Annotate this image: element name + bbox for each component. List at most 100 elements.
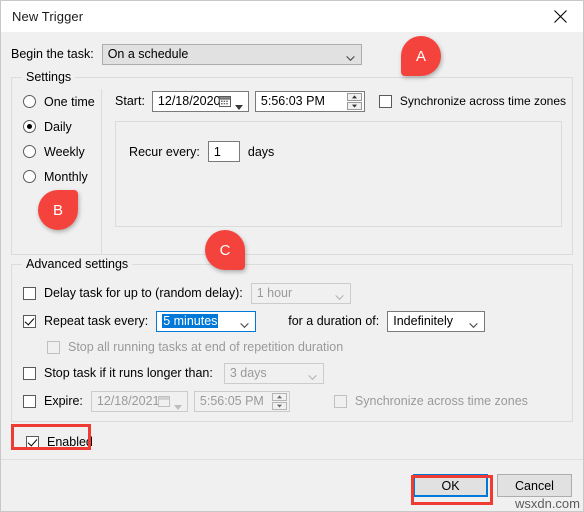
callout-marker-b: B	[38, 190, 78, 230]
radio-label: Daily	[44, 119, 72, 134]
enabled-label: Enabled	[47, 435, 93, 449]
repeat-task-label: Repeat task every:	[44, 314, 149, 328]
close-icon[interactable]	[537, 1, 583, 32]
ok-button-label: OK	[441, 478, 460, 493]
ok-button[interactable]: OK	[413, 474, 488, 497]
radio-indicator	[23, 170, 36, 183]
schedule-detail-panel: Start: 12/18/2020 5:56:03 PM Synchronize…	[101, 89, 572, 254]
chevron-down-icon	[345, 52, 355, 66]
checkbox-indicator	[26, 435, 39, 449]
expire-time-input[interactable]: 5:56:05 PM	[193, 390, 290, 412]
chevron-down-icon[interactable]	[234, 99, 243, 113]
time-spinner[interactable]	[271, 392, 287, 410]
duration-label: for a duration of:	[288, 314, 380, 328]
sync-timezones-checkbox[interactable]: Synchronize across time zones	[378, 94, 566, 108]
radio-label: Monthly	[44, 169, 88, 184]
expire-label: Expire:	[44, 394, 83, 408]
expire-checkbox[interactable]: Expire:	[23, 394, 83, 408]
begin-task-select[interactable]: On a schedule	[101, 43, 362, 66]
repeat-interval-value: 5 minutes	[162, 314, 219, 328]
stop-longer-row: Stop task if it runs longer than: 3 days	[23, 359, 572, 387]
radio-indicator	[23, 120, 36, 133]
start-time-value: 5:56:03 PM	[260, 94, 325, 108]
checkbox-indicator	[23, 394, 36, 408]
recur-every-row: Recur every: 1 days	[129, 141, 561, 162]
repeat-task-row: Repeat task every: 5 minutes for a durat…	[23, 307, 572, 335]
settings-group-label: Settings	[22, 70, 76, 84]
expire-sync-label: Synchronize across time zones	[354, 394, 528, 408]
stop-longer-checkbox[interactable]: Stop task if it runs longer than:	[23, 366, 213, 380]
time-spinner[interactable]	[346, 92, 362, 110]
stop-all-tasks-checkbox: Stop all running tasks at end of repetit…	[47, 340, 343, 354]
callout-marker-a: A	[401, 36, 441, 76]
settings-group: Settings One time Daily Weekly Monthly S…	[11, 70, 573, 255]
checkbox-indicator	[23, 366, 36, 380]
radio-indicator	[23, 145, 36, 158]
start-row: Start: 12/18/2020 5:56:03 PM Synchronize…	[115, 89, 566, 113]
calendar-icon	[157, 395, 170, 410]
expire-date-value: 12/18/2021	[96, 394, 160, 408]
watermark: wsxdn.com	[514, 496, 580, 511]
delay-task-label: Delay task for up to (random delay):	[44, 286, 243, 300]
radio-daily[interactable]: Daily	[23, 114, 101, 139]
enabled-checkbox[interactable]: Enabled	[22, 432, 99, 452]
stop-longer-value: 3 days	[229, 366, 267, 380]
new-trigger-dialog: New Trigger Begin the task: On a schedul…	[0, 0, 584, 512]
calendar-icon[interactable]	[218, 95, 231, 110]
callout-letter: C	[219, 241, 231, 259]
checkbox-indicator	[378, 94, 392, 108]
title-bar: New Trigger	[1, 1, 583, 32]
expire-row: Expire: 12/18/2021 5:56:05 PM Synchroniz…	[23, 387, 572, 415]
start-date-input[interactable]: 12/18/2020	[151, 90, 249, 113]
radio-label: One time	[44, 94, 95, 109]
cancel-button[interactable]: Cancel	[497, 474, 572, 497]
start-time-input[interactable]: 5:56:03 PM	[254, 90, 365, 112]
recur-every-unit: days	[247, 144, 275, 159]
recur-every-label: Recur every:	[129, 144, 200, 159]
checkbox-indicator	[47, 340, 60, 354]
chevron-down-icon	[469, 319, 479, 333]
cancel-button-label: Cancel	[515, 478, 554, 493]
radio-weekly[interactable]: Weekly	[23, 139, 101, 164]
dialog-footer: OK Cancel	[1, 459, 583, 511]
stop-longer-label: Stop task if it runs longer than:	[44, 366, 213, 380]
chevron-down-icon	[334, 291, 344, 305]
expire-sync-checkbox: Synchronize across time zones	[333, 394, 528, 408]
checkbox-indicator	[23, 286, 36, 300]
begin-task-label: Begin the task:	[11, 47, 94, 61]
duration-value: Indefinitely	[393, 314, 454, 328]
page-title: New Trigger	[12, 9, 84, 24]
callout-letter: A	[415, 47, 426, 65]
delay-task-value: 1 hour	[256, 286, 293, 300]
expire-time-value: 5:56:05 PM	[199, 394, 264, 408]
expire-date-input[interactable]: 12/18/2021	[90, 390, 188, 413]
repeat-interval-select[interactable]: 5 minutes	[156, 310, 257, 333]
chevron-down-icon	[173, 399, 182, 413]
start-date-value: 12/18/2020	[157, 94, 221, 108]
begin-task-row: Begin the task: On a schedule	[11, 40, 573, 68]
recur-every-value: 1	[213, 144, 221, 159]
callout-marker-c: C	[205, 230, 245, 270]
chevron-down-icon	[240, 319, 249, 333]
radio-label: Weekly	[44, 144, 85, 159]
stop-all-tasks-row: Stop all running tasks at end of repetit…	[23, 335, 572, 359]
checkbox-indicator	[333, 394, 347, 408]
delay-task-checkbox[interactable]: Delay task for up to (random delay):	[23, 286, 243, 300]
radio-one-time[interactable]: One time	[23, 89, 101, 114]
stop-longer-select[interactable]: 3 days	[223, 362, 324, 384]
advanced-settings-label: Advanced settings	[22, 257, 133, 271]
recurrence-panel: Recur every: 1 days	[115, 121, 562, 227]
checkbox-indicator	[23, 314, 36, 328]
dialog-body: Begin the task: On a schedule Settings O…	[1, 32, 583, 459]
callout-letter: B	[52, 201, 63, 219]
begin-task-value: On a schedule	[107, 47, 189, 61]
duration-select[interactable]: Indefinitely	[387, 310, 486, 333]
delay-task-select[interactable]: 1 hour	[250, 282, 351, 305]
radio-monthly[interactable]: Monthly	[23, 164, 101, 189]
sync-timezones-label: Synchronize across time zones	[399, 94, 566, 108]
delay-task-row: Delay task for up to (random delay): 1 h…	[23, 279, 572, 307]
stop-all-tasks-label: Stop all running tasks at end of repetit…	[68, 340, 344, 354]
recur-every-input[interactable]: 1	[207, 141, 240, 162]
radio-indicator	[23, 95, 36, 108]
repeat-task-checkbox[interactable]: Repeat task every:	[23, 314, 148, 328]
